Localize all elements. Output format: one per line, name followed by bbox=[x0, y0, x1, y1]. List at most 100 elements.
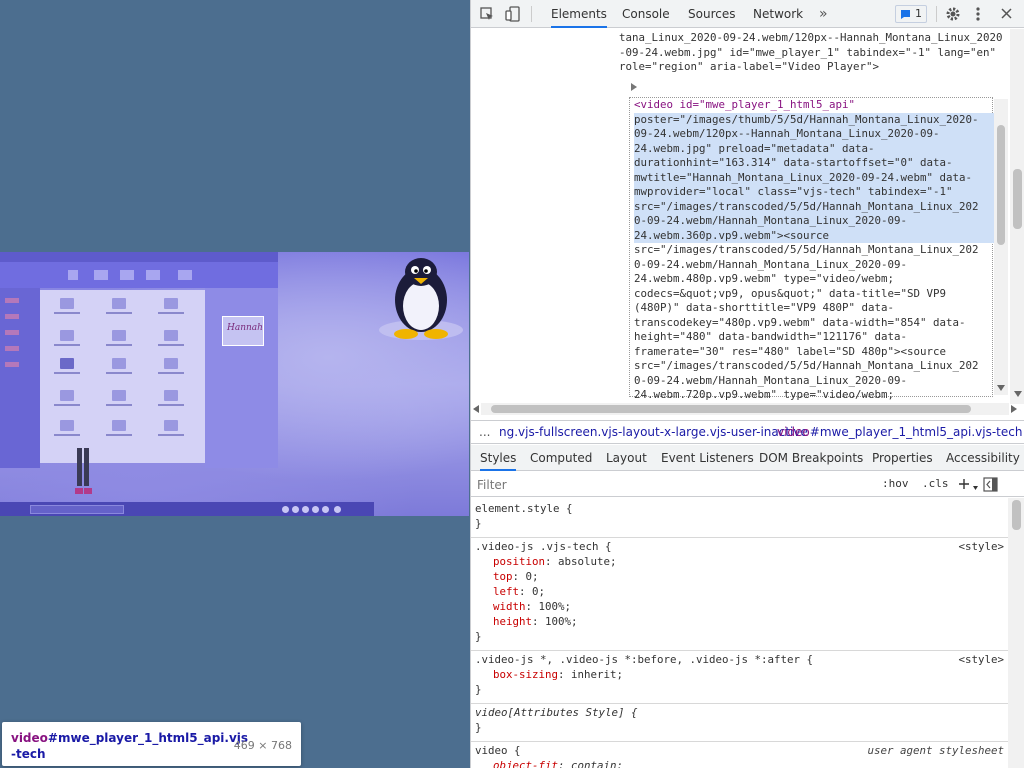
css-rule[interactable]: video[Attributes Style] {} bbox=[471, 704, 1008, 742]
tab-console[interactable]: Console bbox=[622, 0, 670, 28]
element-inspect-tooltip: video#mwe_player_1_html5_api.vjs -tech 46… bbox=[2, 722, 301, 766]
css-rule[interactable]: element.style {} bbox=[471, 500, 1008, 538]
tux-penguin-icon bbox=[379, 258, 463, 340]
scroll-right-arrow-icon[interactable] bbox=[1011, 405, 1017, 413]
css-property-value[interactable]: : 100%; bbox=[532, 615, 578, 628]
more-options-icon[interactable] bbox=[975, 6, 981, 22]
video-source-line: mwtitle="Hannah_Montana_Linux_2020-09-24… bbox=[634, 170, 994, 185]
elements-scrollbar[interactable] bbox=[1010, 29, 1024, 404]
css-declaration[interactable]: height: 100%; bbox=[493, 614, 578, 629]
issues-counter[interactable]: 1 bbox=[895, 5, 927, 23]
scrollbar-thumb[interactable] bbox=[1013, 169, 1022, 229]
breadcrumb-current[interactable]: video#mwe_player_1_html5_api.vjs-tech bbox=[777, 421, 1022, 443]
css-declaration[interactable]: width: 100%; bbox=[493, 599, 571, 614]
hover-state-button[interactable]: :hov bbox=[882, 477, 909, 490]
css-property-value[interactable]: : absolute; bbox=[545, 555, 617, 568]
css-declaration[interactable]: box-sizing: inherit; bbox=[493, 667, 623, 682]
close-devtools-icon[interactable] bbox=[1001, 8, 1012, 19]
css-property-name[interactable]: height bbox=[493, 615, 532, 628]
dropdown-arrow-icon[interactable] bbox=[973, 486, 978, 490]
css-property-name[interactable]: left bbox=[493, 585, 519, 598]
css-declaration[interactable]: top: 0; bbox=[493, 569, 539, 584]
video-source-line: framerate="30" res="480" label="SD 480p"… bbox=[634, 344, 947, 358]
tab-network[interactable]: Network bbox=[753, 0, 803, 28]
css-rule-close-brace: } bbox=[475, 630, 482, 643]
devtools-panel: Elements Console Sources Network » 1 tan… bbox=[470, 0, 1024, 768]
styles-rules-pane[interactable]: element.style {} .video-js .vjs-tech {<st… bbox=[471, 498, 1008, 768]
css-property-value[interactable]: : inherit; bbox=[558, 668, 623, 681]
taskbar-window-button bbox=[30, 505, 124, 514]
hannah-montana-logo: Hannah bbox=[222, 316, 264, 346]
tab-event-listeners[interactable]: Event Listeners bbox=[661, 445, 754, 471]
more-tabs-button[interactable]: » bbox=[819, 0, 828, 28]
tab-elements[interactable]: Elements bbox=[551, 0, 607, 28]
css-rule[interactable]: .video-js *, .video-js *:before, .video-… bbox=[471, 651, 1008, 704]
css-property-value[interactable]: : 0; bbox=[519, 585, 545, 598]
scrollbar-thumb[interactable] bbox=[1012, 500, 1021, 530]
scroll-left-arrow-icon[interactable] bbox=[473, 405, 479, 413]
issues-count: 1 bbox=[915, 7, 922, 20]
css-property-name[interactable]: top bbox=[493, 570, 513, 583]
css-rule-selector[interactable]: video[Attributes Style] { bbox=[475, 705, 638, 720]
video-element-source: <video id="mwe_player_1_html5_api" poster… bbox=[634, 98, 994, 403]
elements-horizontal-scrollbar[interactable] bbox=[473, 403, 1017, 415]
dom-node-scrollbar[interactable] bbox=[994, 99, 1008, 395]
css-rule[interactable]: .video-js .vjs-tech { <style> position: ab… bbox=[471, 538, 1008, 651]
expand-triangle-icon[interactable] bbox=[631, 83, 637, 91]
video-player[interactable]: Hannah bbox=[0, 252, 469, 516]
toolbar-icon bbox=[178, 270, 192, 280]
tab-properties[interactable]: Properties bbox=[872, 445, 933, 471]
toggle-sidebar-icon[interactable] bbox=[983, 477, 998, 492]
css-declaration[interactable]: object-fit: contain; bbox=[493, 758, 623, 768]
css-property-name[interactable]: position bbox=[493, 555, 545, 568]
css-rule-source-link[interactable]: <style> bbox=[958, 539, 1004, 554]
css-declaration[interactable]: left: 0; bbox=[493, 584, 545, 599]
video-source-line: 09-24.webm/120px--Hannah_Montana_Linux_2… bbox=[634, 127, 994, 142]
video-source-line: 24.webm.720p.vp9.webm" type="video/webm; bbox=[634, 388, 895, 401]
tab-dom-breakpoints[interactable]: DOM Breakpoints bbox=[759, 445, 863, 471]
css-rule-selector[interactable]: .video-js .vjs-tech { bbox=[475, 539, 612, 554]
settings-gear-icon[interactable] bbox=[945, 6, 961, 22]
css-rule-selector[interactable]: video { bbox=[475, 743, 521, 758]
tab-sources[interactable]: Sources bbox=[688, 0, 735, 28]
new-style-rule-icon[interactable] bbox=[958, 478, 970, 490]
css-property-name[interactable]: width bbox=[493, 600, 526, 613]
video-source-line: 24.webm.480p.vp9.webm" type="video/webm; bbox=[634, 272, 895, 285]
breadcrumb-ellipsis[interactable]: ... bbox=[479, 421, 490, 443]
device-toolbar-icon[interactable] bbox=[505, 6, 521, 22]
tab-computed[interactable]: Computed bbox=[530, 445, 592, 471]
tab-styles[interactable]: Styles bbox=[480, 445, 517, 471]
dom-line: role="region" aria-label="Video Player"> bbox=[619, 60, 880, 73]
video-source-line: src="/images/transcoded/5/5d/Hannah_Mont… bbox=[634, 243, 979, 256]
css-rule-selector[interactable]: element.style { bbox=[475, 501, 573, 516]
styles-filter-input[interactable] bbox=[477, 476, 857, 493]
breadcrumb-parent[interactable]: ng.vjs-fullscreen.vjs-layout-x-large.vjs… bbox=[499, 421, 808, 443]
elements-dom-tree[interactable]: tana_Linux_2020-09-24.webm/120px--Hannah… bbox=[471, 29, 1024, 404]
tab-accessibility[interactable]: Accessibility bbox=[946, 445, 1020, 471]
scrollbar-thumb[interactable] bbox=[997, 125, 1005, 245]
css-property-value[interactable]: : 0; bbox=[513, 570, 539, 583]
scrollbar-thumb[interactable] bbox=[491, 405, 971, 413]
toolbar-icon bbox=[146, 270, 160, 280]
class-toggle-button[interactable]: .cls bbox=[922, 477, 949, 490]
css-rule[interactable]: video {user agent stylesheet object-fit: … bbox=[471, 742, 1008, 768]
css-rule-close-brace: } bbox=[475, 517, 482, 530]
css-declaration[interactable]: position: absolute; bbox=[493, 554, 617, 569]
file-manager-sidebar bbox=[0, 288, 40, 468]
breadcrumb-current-tag: video bbox=[777, 425, 810, 439]
video-source-line: 0-09-24.webm/Hannah_Montana_Linux_2020-0… bbox=[634, 373, 908, 387]
css-rule-source-link[interactable]: <style> bbox=[958, 652, 1004, 667]
css-property-name[interactable]: box-sizing bbox=[493, 668, 558, 681]
toolbar-icon bbox=[120, 270, 134, 280]
css-rule-selector[interactable]: .video-js *, .video-js *:before, .video-… bbox=[475, 652, 813, 667]
scroll-down-arrow-icon[interactable] bbox=[997, 385, 1005, 391]
css-property-value[interactable]: : contain; bbox=[558, 759, 623, 768]
css-property-value[interactable]: : 100%; bbox=[526, 600, 572, 613]
styles-scrollbar[interactable] bbox=[1008, 498, 1024, 768]
scroll-down-arrow-icon[interactable] bbox=[1014, 391, 1022, 397]
tab-layout[interactable]: Layout bbox=[606, 445, 647, 471]
video-source-line: height="480" data-bandwidth="121176" dat… bbox=[634, 330, 908, 343]
inspect-element-icon[interactable] bbox=[480, 7, 494, 21]
css-property-name[interactable]: object-fit bbox=[493, 759, 558, 768]
window-right-panel bbox=[205, 288, 278, 468]
